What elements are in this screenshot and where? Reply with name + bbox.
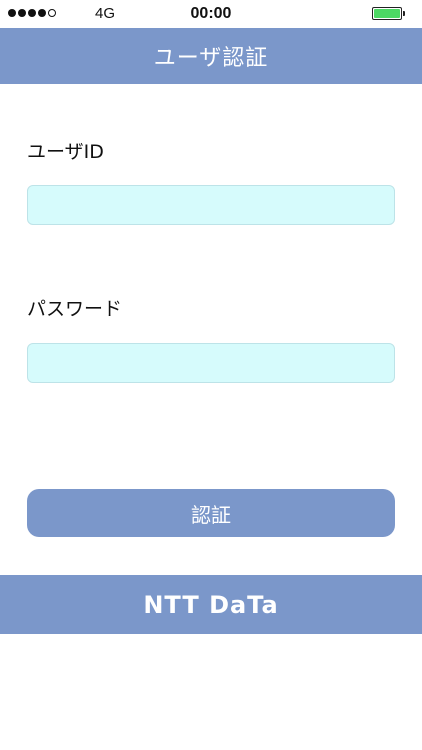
user-id-label: ユーザID: [27, 141, 104, 163]
page-title: ユーザ認証: [153, 46, 269, 71]
status-bar: 4G 00:00: [0, 0, 422, 28]
battery-tip: [403, 11, 405, 16]
password-input[interactable]: [27, 343, 395, 383]
password-label: パスワード: [27, 298, 123, 320]
ntt-data-logo: NTT DaTa: [143, 590, 279, 619]
authenticate-button[interactable]: 認証: [27, 489, 395, 537]
battery-icon: [372, 7, 402, 20]
battery-level-fill: [374, 9, 400, 18]
user-id-input[interactable]: [27, 185, 395, 225]
app-header: ユーザ認証: [0, 28, 422, 84]
app-footer: NTT DaTa: [0, 575, 422, 634]
status-time: 00:00: [190, 5, 232, 22]
